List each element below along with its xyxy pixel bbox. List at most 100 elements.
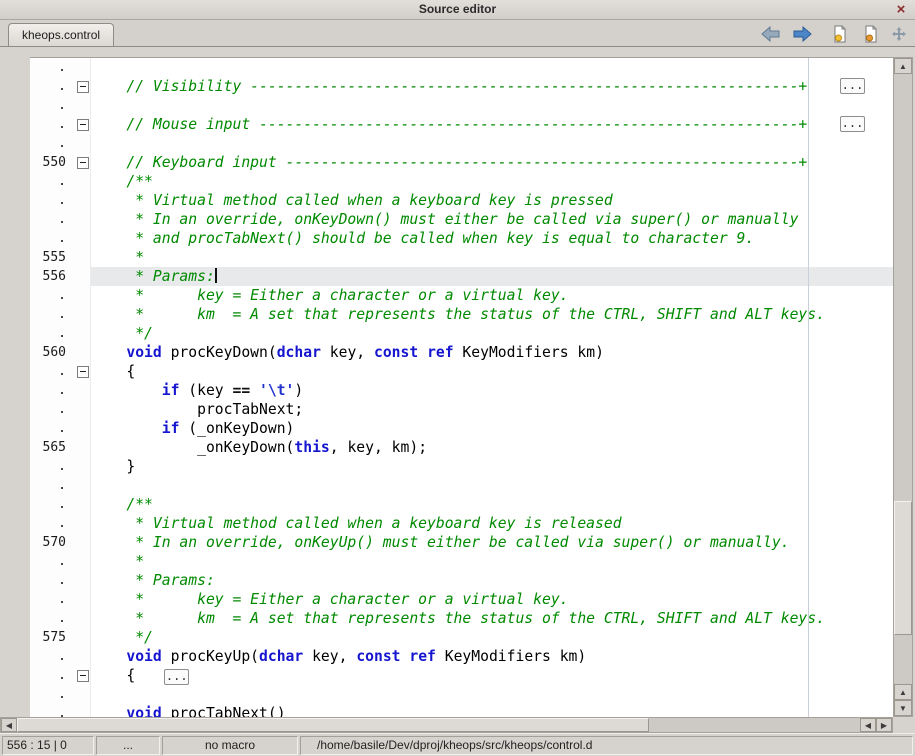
code-text: * In an override, onKeyUp() must either … (91, 533, 893, 552)
go-back-button[interactable] (760, 24, 782, 44)
line-number: . (30, 58, 74, 77)
code-text: * key = Either a character or a virtual … (91, 590, 893, 609)
horizontal-scrollbar[interactable]: ◀ ◀ ▶ (0, 717, 893, 733)
code-line[interactable]: . /** (30, 495, 893, 514)
code-line[interactable]: . void procTabNext() (30, 704, 893, 717)
code-editor[interactable]: .. // Visibility -----------------------… (30, 57, 893, 717)
scroll-right-button[interactable]: ▶ (876, 718, 892, 732)
code-text: */ (91, 324, 893, 343)
code-token: } (91, 458, 135, 475)
fold-gutter[interactable] (74, 153, 91, 172)
code-text: if (_onKeyDown) (91, 419, 893, 438)
code-line[interactable]: . } (30, 457, 893, 476)
code-line[interactable]: . {... (30, 666, 893, 685)
code-line[interactable]: . * key = Either a character or a virtua… (30, 590, 893, 609)
code-token: ref (427, 344, 454, 361)
go-forward-button[interactable] (791, 24, 813, 44)
fold-ellipsis[interactable]: ... (164, 669, 189, 685)
document-button-1[interactable] (829, 24, 851, 44)
fold-gutter (74, 191, 91, 210)
code-line[interactable]: . procTabNext; (30, 400, 893, 419)
code-text: void procTabNext() (91, 704, 893, 717)
code-line[interactable]: . if (_onKeyDown) (30, 419, 893, 438)
code-token: ref (409, 648, 436, 665)
code-text (91, 134, 893, 153)
code-line[interactable]: . * and procTabNext() should be called w… (30, 229, 893, 248)
code-line[interactable]: . (30, 134, 893, 153)
code-line[interactable]: 560 void procKeyDown(dchar key, const re… (30, 343, 893, 362)
line-number: . (30, 685, 74, 704)
fold-gutter (74, 590, 91, 609)
code-token: * In an override, onKeyUp() must either … (91, 534, 790, 551)
code-line[interactable]: . * In an override, onKeyDown() must eit… (30, 210, 893, 229)
code-line[interactable]: 570 * In an override, onKeyUp() must eit… (30, 533, 893, 552)
close-button[interactable]: × (893, 0, 909, 18)
fold-gutter[interactable] (74, 362, 91, 381)
line-number: . (30, 305, 74, 324)
code-line[interactable]: . * key = Either a character or a virtua… (30, 286, 893, 305)
fold-collapse-icon[interactable] (77, 119, 89, 131)
line-number: 560 (30, 343, 74, 362)
code-token: dchar (277, 344, 321, 361)
code-text: // Mouse input -------------------------… (91, 115, 893, 134)
scroll-left-button[interactable]: ◀ (1, 718, 17, 732)
code-line[interactable]: . if (key == '\t') (30, 381, 893, 400)
code-line[interactable]: 565 _onKeyDown(this, key, km); (30, 438, 893, 457)
code-token: , key, km); (330, 439, 427, 456)
code-line[interactable]: . * Virtual method called when a keyboar… (30, 191, 893, 210)
code-line[interactable]: 555 * (30, 248, 893, 267)
code-line[interactable]: . /** (30, 172, 893, 191)
fold-ellipsis[interactable]: ... (840, 78, 865, 94)
fold-ellipsis[interactable]: ... (840, 116, 865, 132)
back-arrow-icon (761, 26, 781, 42)
scroll-up-button-2[interactable]: ▲ (894, 684, 912, 700)
code-token: procTabNext() (162, 705, 286, 717)
code-line[interactable]: . * Virtual method called when a keyboar… (30, 514, 893, 533)
code-token: * key = Either a character or a virtual … (91, 287, 569, 304)
fold-gutter[interactable] (74, 115, 91, 134)
vertical-scrollbar[interactable]: ▲ ▲ ▼ (893, 57, 913, 717)
horizontal-scroll-track[interactable] (17, 718, 860, 732)
fold-gutter (74, 476, 91, 495)
code-line[interactable]: 575 */ (30, 628, 893, 647)
code-line[interactable]: . // Mouse input -----------------------… (30, 115, 893, 134)
status-ellipsis: ... (96, 736, 160, 755)
code-token: */ (91, 325, 153, 342)
code-line[interactable]: . (30, 58, 893, 77)
code-token: dchar (259, 648, 303, 665)
code-line[interactable]: . * km = A set that represents the statu… (30, 609, 893, 628)
tab-kheops-control[interactable]: kheops.control (8, 23, 114, 46)
code-line[interactable]: . void procKeyUp(dchar key, const ref Ke… (30, 647, 893, 666)
title-bar[interactable]: Source editor × (0, 0, 915, 20)
fold-collapse-icon[interactable] (77, 670, 89, 682)
document-button-2[interactable] (860, 24, 882, 44)
code-text: * Virtual method called when a keyboard … (91, 191, 893, 210)
code-line[interactable]: . (30, 96, 893, 115)
code-line[interactable]: . * Params: (30, 571, 893, 590)
fold-collapse-icon[interactable] (77, 157, 89, 169)
code-line[interactable]: . * km = A set that represents the statu… (30, 305, 893, 324)
code-line[interactable]: . */ (30, 324, 893, 343)
scroll-down-button[interactable]: ▼ (894, 700, 912, 716)
code-line[interactable]: 550 // Keyboard input ------------------… (30, 153, 893, 172)
code-line[interactable]: . (30, 476, 893, 495)
scroll-left-button-2[interactable]: ◀ (860, 718, 876, 732)
code-line[interactable]: 556 * Params: (30, 267, 893, 286)
code-area[interactable]: .. // Visibility -----------------------… (30, 58, 893, 717)
fold-gutter[interactable] (74, 666, 91, 685)
scroll-up-button[interactable]: ▲ (894, 58, 912, 74)
fold-collapse-icon[interactable] (77, 366, 89, 378)
code-line[interactable]: . // Visibility ------------------------… (30, 77, 893, 96)
code-line[interactable]: . { (30, 362, 893, 381)
code-line[interactable]: . (30, 685, 893, 704)
vertical-scroll-track[interactable] (894, 74, 912, 684)
scrollbar-corner (893, 717, 915, 733)
vertical-scroll-thumb[interactable] (894, 501, 912, 635)
detach-editor-button[interactable] (891, 24, 907, 44)
code-line[interactable]: . * (30, 552, 893, 571)
fold-collapse-icon[interactable] (77, 81, 89, 93)
horizontal-scroll-thumb[interactable] (17, 718, 649, 732)
fold-gutter[interactable] (74, 77, 91, 96)
code-token (250, 382, 259, 399)
line-number: . (30, 571, 74, 590)
